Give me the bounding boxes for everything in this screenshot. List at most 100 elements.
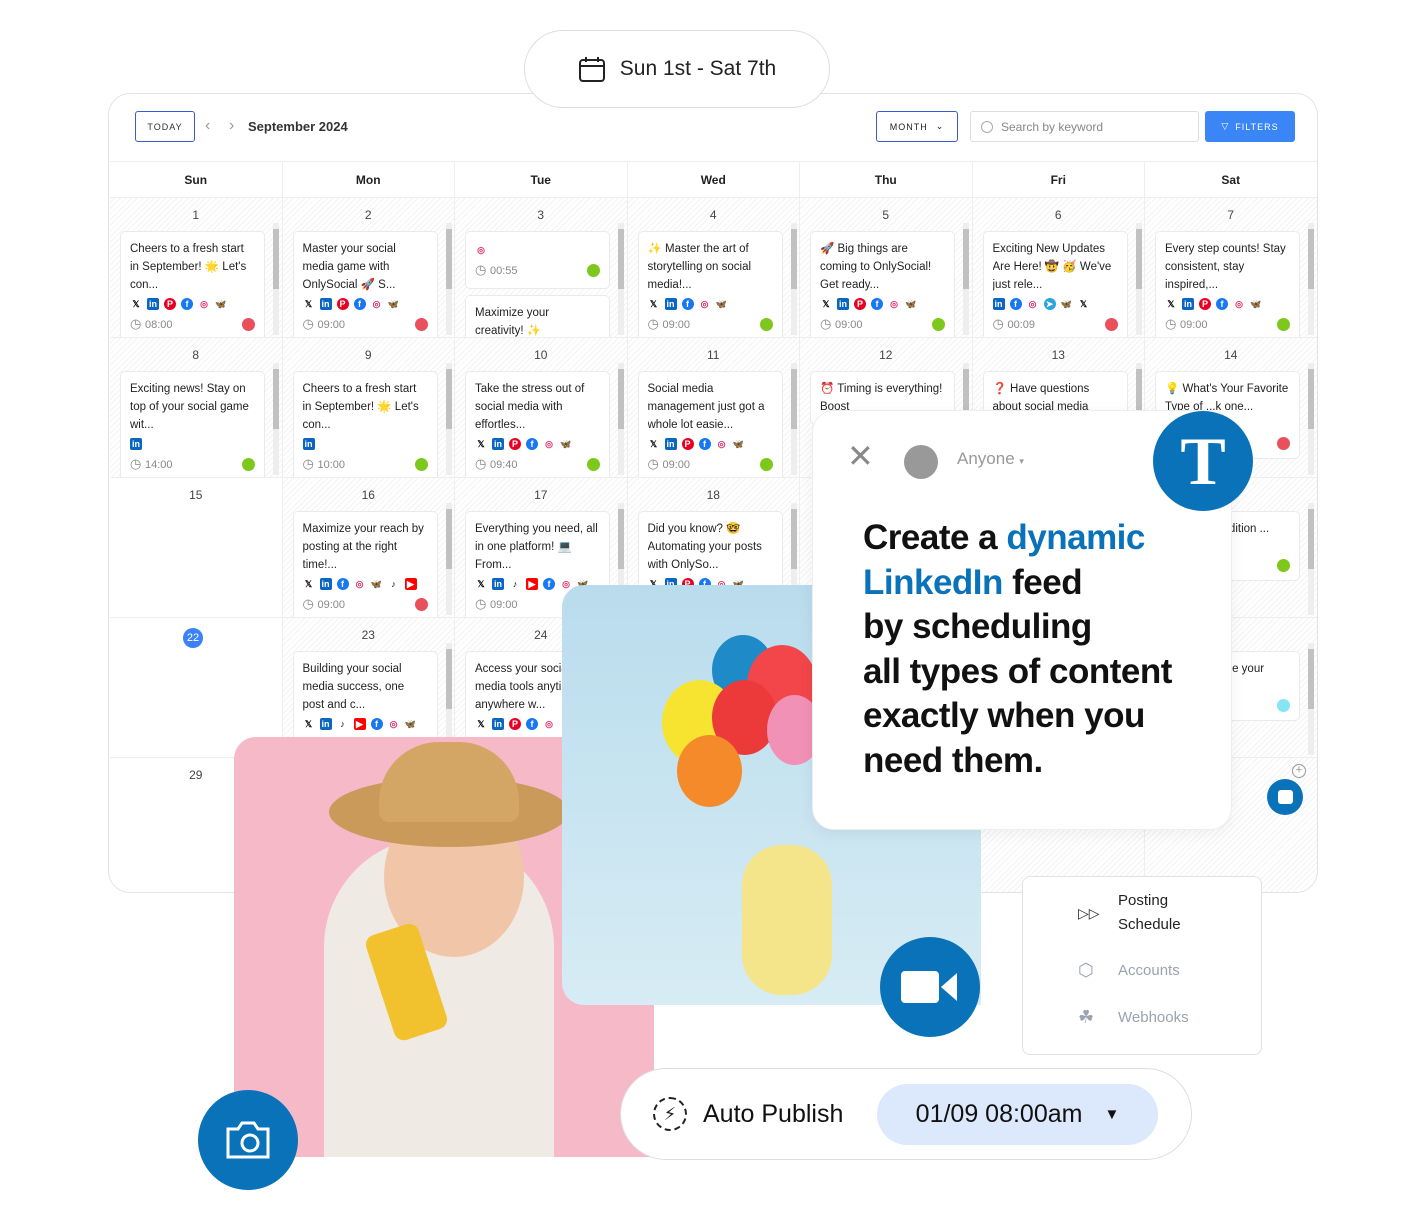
scrollbar-thumb[interactable] bbox=[1308, 649, 1314, 709]
post-card[interactable]: Exciting news! Stay on top of your socia… bbox=[120, 371, 265, 477]
facebook-icon: f bbox=[681, 298, 694, 310]
weekday-header: Thu bbox=[800, 161, 973, 198]
prev-month-icon[interactable]: ‹ bbox=[205, 117, 210, 135]
scrollbar[interactable] bbox=[445, 223, 452, 335]
day-cell[interactable]: 9 Cheers to a fresh start in September! 🌟… bbox=[282, 338, 455, 478]
post-meta: ◷ 09:00 bbox=[820, 315, 945, 334]
scrollbar-thumb[interactable] bbox=[445, 369, 452, 429]
post-text: Social media management just got a whole… bbox=[647, 383, 765, 431]
day-cell[interactable]: 16 Maximize your reach by posting at the … bbox=[282, 478, 455, 618]
youtube-icon: ▶ bbox=[353, 718, 366, 730]
post-card[interactable]: Cheers to a fresh start in September! 🌟 … bbox=[292, 371, 438, 477]
day-number: 8 bbox=[192, 348, 200, 362]
day-cell[interactable]: 8 Exciting news! Stay on top of your soci… bbox=[110, 338, 283, 478]
scrollbar-thumb[interactable] bbox=[273, 369, 279, 429]
post-meta: ◷ 00:09 bbox=[993, 315, 1118, 334]
clock-icon: ◷ bbox=[302, 596, 318, 611]
day-cell[interactable]: 4 ✨ Master the art of storytelling on soc… bbox=[627, 198, 800, 338]
status-dot bbox=[242, 458, 255, 471]
scrollbar-thumb[interactable] bbox=[445, 649, 452, 709]
scrollbar-thumb[interactable] bbox=[790, 509, 797, 569]
scrollbar[interactable] bbox=[1308, 223, 1314, 335]
post-card[interactable]: Take the stress out of social media with… bbox=[465, 371, 610, 477]
day-cell[interactable]: 10 Take the stress out of social media wi… bbox=[455, 338, 628, 478]
scrollbar[interactable] bbox=[618, 363, 624, 475]
post-card[interactable]: ✨ Master the art of storytelling on soci… bbox=[637, 231, 783, 337]
today-button[interactable]: TODAY bbox=[135, 111, 195, 142]
scrollbar-thumb[interactable] bbox=[1308, 369, 1314, 429]
lightning-icon: ⚡︎ bbox=[653, 1097, 687, 1131]
chat-button[interactable] bbox=[1267, 779, 1303, 815]
menu-item-webhooks[interactable]: ☘ Webhooks bbox=[1078, 1007, 1189, 1028]
scrollbar[interactable] bbox=[618, 223, 624, 335]
menu-item-accounts[interactable]: ⬡ Accounts bbox=[1078, 960, 1180, 981]
menu-item-posting-schedule[interactable]: ▷▷ Posting Schedule bbox=[1078, 889, 1198, 937]
scrollbar[interactable] bbox=[790, 363, 797, 475]
post-card[interactable]: Exciting New Updates Are Here! 🤠 🥳 We've… bbox=[982, 231, 1128, 337]
date-range-pill[interactable]: Sun 1st - Sat 7th bbox=[524, 30, 830, 108]
day-cell[interactable]: 6 Exciting New Updates Are Here! 🤠 🥳 We'v… bbox=[972, 198, 1145, 338]
post-card[interactable]: Every step counts! Stay consistent, stay… bbox=[1155, 231, 1300, 337]
day-cell[interactable]: 5 🚀 Big things are coming to OnlySocial! … bbox=[800, 198, 973, 338]
scrollbar[interactable] bbox=[273, 363, 279, 475]
day-cell[interactable]: 7 Every step counts! Stay consistent, sta… bbox=[1145, 198, 1317, 338]
day-cell[interactable]: 1 Cheers to a fresh start in September! 🌟… bbox=[110, 198, 283, 338]
filters-button[interactable]: ▽ FILTERS bbox=[1205, 111, 1295, 142]
post-card[interactable]: Master your social media game with OnlyS… bbox=[292, 231, 438, 337]
publish-datetime-select[interactable]: 01/09 08:00am ▼ bbox=[877, 1084, 1158, 1145]
scrollbar[interactable] bbox=[1308, 363, 1314, 475]
scrollbar-thumb[interactable] bbox=[790, 229, 797, 289]
scrollbar[interactable] bbox=[790, 223, 797, 335]
scrollbar-thumb[interactable] bbox=[790, 369, 797, 429]
scrollbar[interactable] bbox=[1135, 223, 1142, 335]
scrollbar[interactable] bbox=[1308, 643, 1314, 755]
scrollbar-thumb[interactable] bbox=[1308, 229, 1314, 289]
close-icon[interactable]: ✕ bbox=[847, 440, 874, 472]
scrollbar-thumb[interactable] bbox=[445, 229, 452, 289]
view-select[interactable]: MONTH ⌄ bbox=[876, 111, 958, 142]
post-meta: ◷ 09:00 bbox=[648, 315, 773, 334]
scrollbar[interactable] bbox=[963, 223, 969, 335]
post-time: ◷ 09:00 bbox=[303, 595, 346, 614]
post-card[interactable]: ◎ ◷ 00:55 bbox=[465, 231, 610, 289]
scrollbar[interactable] bbox=[445, 363, 452, 475]
day-cell[interactable]: 3 ◎ ◷ 00:55 Maximize your creativity! ✨ bbox=[455, 198, 628, 338]
scrollbar-thumb[interactable] bbox=[963, 229, 969, 289]
status-dot bbox=[932, 318, 945, 331]
day-cell[interactable]: 15 bbox=[110, 478, 283, 618]
scrollbar-thumb[interactable] bbox=[445, 509, 452, 569]
post-card[interactable]: Maximize your creativity! ✨ bbox=[465, 295, 610, 337]
post-time: ◷ 09:00 bbox=[648, 315, 691, 334]
photo-button[interactable] bbox=[198, 1090, 298, 1190]
next-month-icon[interactable]: › bbox=[229, 117, 234, 135]
day-number: 23 bbox=[361, 628, 375, 642]
post-card[interactable]: Building your social media success, one … bbox=[292, 651, 438, 741]
add-icon[interactable]: + bbox=[1292, 764, 1306, 778]
scrollbar[interactable] bbox=[445, 503, 452, 615]
scrollbar[interactable] bbox=[1308, 503, 1314, 615]
scrollbar[interactable] bbox=[273, 223, 279, 335]
instagram-icon: ◎ bbox=[890, 299, 898, 309]
linkedin-icon: in bbox=[319, 578, 332, 590]
linkedin-icon: in bbox=[319, 718, 332, 730]
day-cell[interactable]: 11 Social media management just got a who… bbox=[627, 338, 800, 478]
pinterest-icon: P bbox=[509, 438, 521, 450]
scrollbar-thumb[interactable] bbox=[273, 229, 279, 289]
post-card[interactable]: Social media management just got a whole… bbox=[637, 371, 783, 477]
day-cell[interactable]: 2 Master your social media game with Only… bbox=[282, 198, 455, 338]
status-dot bbox=[759, 458, 773, 471]
scrollbar-thumb[interactable] bbox=[1135, 229, 1142, 289]
post-card[interactable]: Cheers to a fresh start in September! 🌟 … bbox=[120, 231, 265, 337]
scrollbar-thumb[interactable] bbox=[618, 229, 624, 289]
video-button[interactable] bbox=[880, 937, 980, 1037]
linkedin-icon: in bbox=[492, 578, 504, 590]
post-card[interactable]: Maximize your reach by posting at the ri… bbox=[292, 511, 438, 617]
search-input[interactable]: Search by keyword bbox=[970, 111, 1199, 142]
post-meta: ◷ 14:00 bbox=[130, 455, 255, 474]
scrollbar-thumb[interactable] bbox=[1308, 509, 1314, 569]
scrollbar-thumb[interactable] bbox=[618, 509, 624, 569]
audience-select[interactable]: Anyone ▾ bbox=[957, 449, 1024, 469]
time-value: 09:00 bbox=[662, 459, 690, 471]
scrollbar-thumb[interactable] bbox=[618, 369, 624, 429]
post-card[interactable]: 🚀 Big things are coming to OnlySocial! G… bbox=[810, 231, 955, 337]
